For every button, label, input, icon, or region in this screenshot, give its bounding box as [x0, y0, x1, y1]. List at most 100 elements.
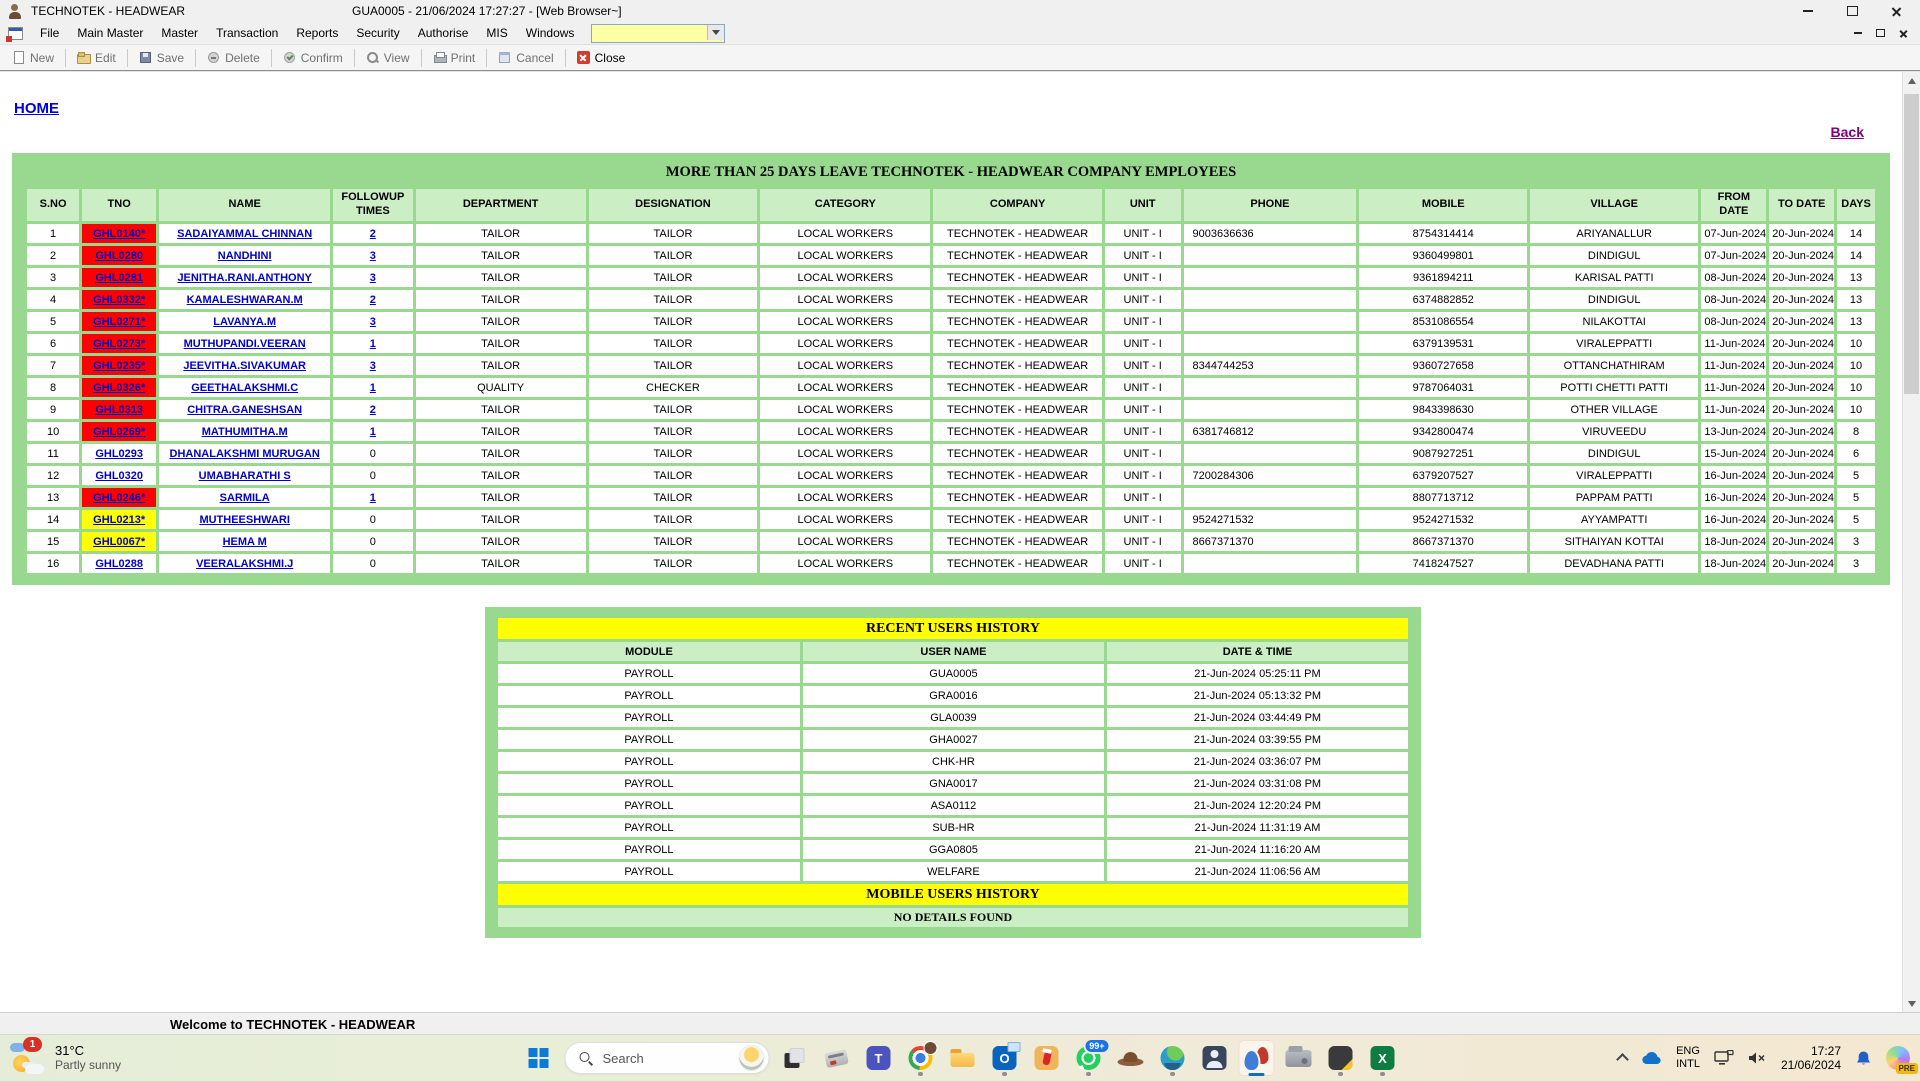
- tno-link[interactable]: GHL0293: [95, 448, 143, 460]
- mdi-restore-button[interactable]: [1876, 29, 1885, 37]
- notes-app-icon[interactable]: [1323, 1040, 1359, 1076]
- tno-link[interactable]: GHL0269*: [93, 426, 145, 438]
- employee-name-link[interactable]: SARMILA: [220, 492, 270, 504]
- followup-link[interactable]: 1: [370, 338, 376, 350]
- close-button[interactable]: [1874, 0, 1918, 22]
- followup-link[interactable]: 3: [370, 272, 376, 284]
- employee-name-link[interactable]: MUTHUPANDI.VEERAN: [184, 338, 306, 350]
- chrome-icon[interactable]: [903, 1040, 939, 1076]
- mdi-minimize-button[interactable]: [1854, 32, 1862, 34]
- employee-name-link[interactable]: CHITRA.GANESHSAN: [187, 404, 302, 416]
- employee-name-link[interactable]: HEMA M: [223, 536, 267, 548]
- mdi-close-button[interactable]: [1899, 29, 1908, 38]
- tno-link[interactable]: GHL0313: [95, 404, 143, 416]
- toolbar-new-button[interactable]: New: [5, 49, 61, 67]
- notification-bell-icon[interactable]: [1855, 1050, 1872, 1067]
- toolbar-close-button[interactable]: Close: [570, 49, 633, 67]
- toolbar-save-button[interactable]: Save: [132, 49, 191, 67]
- toolbar-confirm-button[interactable]: Confirm: [276, 49, 350, 67]
- tno-link[interactable]: GHL0213*: [93, 514, 145, 526]
- tno-link[interactable]: GHL0332*: [93, 294, 145, 306]
- employee-name-link[interactable]: MATHUMITHA.M: [202, 426, 288, 438]
- volume-muted-icon[interactable]: [1748, 1051, 1767, 1065]
- start-button[interactable]: [520, 1039, 558, 1077]
- excel-icon[interactable]: X: [1365, 1040, 1401, 1076]
- teams-icon[interactable]: T: [861, 1040, 897, 1076]
- tray-overflow-chevron-icon[interactable]: [1616, 1053, 1629, 1066]
- weather-widget[interactable]: 1 31°C Partly sunny: [10, 1040, 121, 1074]
- tno-link[interactable]: GHL0281: [95, 272, 143, 284]
- outlook-icon[interactable]: O: [987, 1040, 1023, 1076]
- scrollbar-thumb[interactable]: [1904, 94, 1919, 394]
- language-indicator[interactable]: ENG INTL: [1676, 1045, 1700, 1071]
- stocking-app-icon[interactable]: [1029, 1040, 1065, 1076]
- minimize-button[interactable]: [1786, 0, 1830, 22]
- scanner-app-icon[interactable]: [819, 1040, 855, 1076]
- globe-app-icon[interactable]: [1155, 1040, 1191, 1076]
- employee-name-link[interactable]: LAVANYA.M: [213, 316, 276, 328]
- employee-name-link[interactable]: VEERALAKSHMI.J: [196, 558, 293, 570]
- menu-security[interactable]: Security: [347, 23, 408, 43]
- followup-link[interactable]: 2: [370, 294, 376, 306]
- vertical-scrollbar[interactable]: [1902, 72, 1920, 1012]
- tno-link[interactable]: GHL0140*: [93, 228, 145, 240]
- tno-link[interactable]: GHL0271*: [93, 316, 145, 328]
- tno-link[interactable]: GHL0067*: [93, 536, 145, 548]
- tno-link[interactable]: GHL0280: [95, 250, 143, 262]
- menu-master[interactable]: Master: [152, 23, 207, 43]
- employee-name-link[interactable]: UMABHARATHI S: [199, 470, 291, 482]
- copilot-icon[interactable]: PRE: [1886, 1046, 1910, 1070]
- menu-main-master[interactable]: Main Master: [68, 23, 152, 43]
- employee-name-link[interactable]: GEETHALAKSHMI.C: [191, 382, 298, 394]
- employee-name-link[interactable]: DHANALAKSHMI MURUGAN: [170, 448, 320, 460]
- tray-clock[interactable]: 17:27 21/06/2024: [1781, 1044, 1841, 1073]
- tno-link[interactable]: GHL0320: [95, 470, 143, 482]
- followup-link[interactable]: 3: [370, 316, 376, 328]
- toolbar-cancel-button[interactable]: Cancel: [491, 49, 560, 67]
- network-icon[interactable]: [1714, 1050, 1734, 1066]
- hat-app-icon[interactable]: [1113, 1040, 1149, 1076]
- toolbar-edit-button[interactable]: Edit: [70, 49, 123, 67]
- onedrive-icon[interactable]: [1641, 1051, 1662, 1065]
- employee-name-link[interactable]: JEEVITHA.SIVAKUMAR: [183, 360, 306, 372]
- taskbar-search[interactable]: Search: [565, 1042, 770, 1074]
- menu-transaction[interactable]: Transaction: [207, 23, 287, 43]
- desktop-app-icon[interactable]: [777, 1040, 813, 1076]
- menu-mis[interactable]: MIS: [477, 23, 516, 43]
- home-link[interactable]: HOME: [14, 100, 59, 117]
- file-explorer-icon[interactable]: [945, 1040, 981, 1076]
- people-app-icon[interactable]: [1239, 1040, 1275, 1076]
- followup-link[interactable]: 3: [370, 360, 376, 372]
- scrollbar-up-button[interactable]: [1903, 72, 1920, 89]
- whatsapp-icon[interactable]: 99+: [1071, 1040, 1107, 1076]
- followup-link[interactable]: 1: [370, 426, 376, 438]
- combobox-dropdown-button[interactable]: [707, 25, 724, 40]
- tno-link[interactable]: GHL0235*: [93, 360, 145, 372]
- employee-name-link[interactable]: MUTHEESHWARI: [199, 514, 289, 526]
- followup-link[interactable]: 3: [370, 250, 376, 262]
- tno-link[interactable]: GHL0288: [95, 558, 143, 570]
- windows-menu-combobox[interactable]: [591, 24, 725, 43]
- toolbar-delete-button[interactable]: Delete: [200, 49, 267, 67]
- menu-windows[interactable]: Windows: [517, 23, 584, 43]
- employee-name-link[interactable]: JENITHA.RANI.ANTHONY: [177, 272, 311, 284]
- toolbar-view-button[interactable]: View: [359, 49, 417, 67]
- followup-link[interactable]: 1: [370, 492, 376, 504]
- machine-app-icon[interactable]: [1281, 1040, 1317, 1076]
- tno-link[interactable]: GHL0246*: [93, 492, 145, 504]
- followup-link[interactable]: 2: [370, 404, 376, 416]
- back-link[interactable]: Back: [1831, 124, 1864, 140]
- menu-reports[interactable]: Reports: [287, 23, 347, 43]
- employee-name-link[interactable]: SADAIYAMMAL CHINNAN: [177, 228, 312, 240]
- toolbar-print-button[interactable]: Print: [426, 49, 483, 67]
- tno-link[interactable]: GHL0273*: [93, 338, 145, 350]
- followup-link[interactable]: 1: [370, 382, 376, 394]
- worker-app-icon[interactable]: [1197, 1040, 1233, 1076]
- scrollbar-down-button[interactable]: [1903, 995, 1920, 1012]
- followup-link[interactable]: 2: [370, 228, 376, 240]
- maximize-button[interactable]: [1830, 0, 1874, 22]
- tno-link[interactable]: GHL0326*: [93, 382, 145, 394]
- menu-authorise[interactable]: Authorise: [409, 23, 478, 43]
- employee-name-link[interactable]: KAMALESHWARAN.M: [187, 294, 303, 306]
- menu-file[interactable]: File: [31, 23, 68, 43]
